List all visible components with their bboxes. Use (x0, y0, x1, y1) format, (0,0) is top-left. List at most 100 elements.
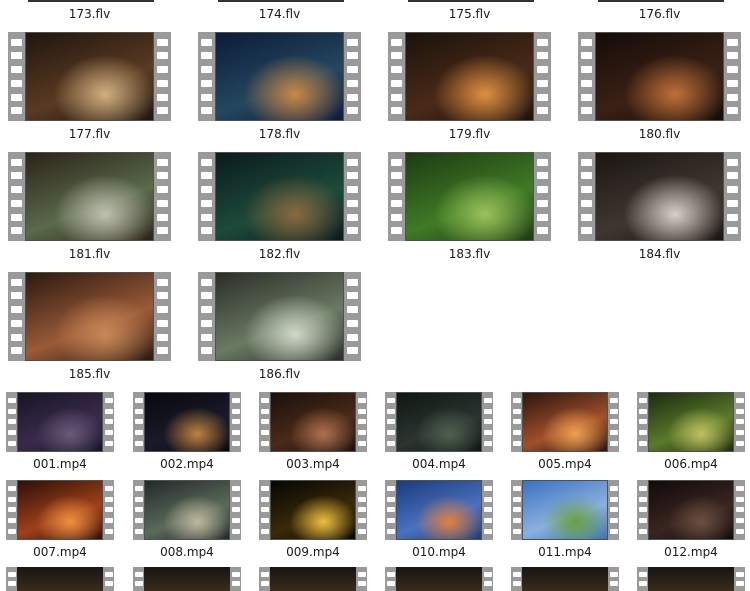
sprocket-hole (231, 529, 240, 535)
sprocket-hole (104, 518, 113, 524)
file-item[interactable]: 011.mp4 (511, 480, 619, 561)
file-item[interactable]: 010.mp4 (385, 480, 493, 561)
sprocket-hole (638, 571, 647, 577)
sprocket-hole (347, 172, 358, 180)
video-thumbnail (511, 480, 619, 540)
thumbnail-frame (522, 392, 608, 452)
file-item-partial[interactable] (511, 567, 619, 591)
film-strip-edge (133, 392, 144, 452)
file-item[interactable]: 008.mp4 (133, 480, 241, 561)
sprocket-hole (386, 430, 395, 436)
video-thumbnail (6, 567, 114, 591)
sprocket-hole (7, 441, 16, 447)
sprocket-hole (104, 507, 113, 513)
file-name-label[interactable]: 176.flv (578, 7, 741, 21)
sprocket-hole (347, 213, 358, 221)
video-thumbnail (198, 32, 361, 121)
sprocket-hole (157, 38, 168, 46)
sprocket-hole (581, 107, 592, 115)
sprocket-hole (260, 419, 269, 425)
sprocket-hole (581, 52, 592, 60)
sprocket-hole (231, 581, 240, 587)
film-strip-edge (608, 567, 619, 591)
video-thumbnail (259, 392, 367, 452)
file-item[interactable]: 184.flv (578, 152, 741, 263)
film-strip-edge (133, 480, 144, 540)
sprocket-hole (357, 496, 366, 502)
sprocket-hole (638, 581, 647, 587)
file-name-label: 002.mp4 (160, 457, 214, 471)
file-item[interactable]: 002.mp4 (133, 392, 241, 473)
sprocket-hole (347, 292, 358, 300)
file-item[interactable]: 178.flv (198, 32, 361, 143)
sprocket-hole (386, 529, 395, 535)
thumbnail-frame (396, 392, 482, 452)
film-strip-edge (637, 392, 648, 452)
sprocket-hole (391, 172, 402, 180)
video-thumbnail (578, 32, 741, 121)
sprocket-hole (483, 507, 492, 513)
film-strip-edge (734, 567, 745, 591)
sprocket-hole (735, 496, 744, 502)
file-item-partial[interactable] (6, 567, 114, 591)
file-item[interactable]: 009.mp4 (259, 480, 367, 561)
file-item[interactable]: 001.mp4 (6, 392, 114, 473)
file-item[interactable]: 186.flv (198, 272, 361, 383)
sprocket-hole (483, 419, 492, 425)
file-item[interactable]: 007.mp4 (6, 480, 114, 561)
file-item-partial[interactable] (637, 567, 745, 591)
file-item[interactable]: 005.mp4 (511, 392, 619, 473)
file-item[interactable]: 012.mp4 (637, 480, 745, 561)
file-item[interactable]: 181.flv (8, 152, 171, 263)
film-strip-edge (259, 567, 270, 591)
cropped-thumbnail-edge (218, 0, 344, 2)
file-name-label[interactable]: 174.flv (198, 7, 361, 21)
file-item[interactable]: 183.flv (388, 152, 551, 263)
file-item[interactable]: 006.mp4 (637, 392, 745, 473)
sprocket-hole (157, 292, 168, 300)
file-name-label[interactable]: 173.flv (8, 7, 171, 21)
thumbnail-frame (144, 480, 230, 540)
video-thumbnail (259, 567, 367, 591)
sprocket-hole (391, 66, 402, 74)
film-strip-edge (344, 152, 361, 241)
file-item[interactable]: 004.mp4 (385, 392, 493, 473)
sprocket-hole (157, 186, 168, 194)
file-name-label: 005.mp4 (538, 457, 592, 471)
file-item[interactable]: 182.flv (198, 152, 361, 263)
file-name-label: 004.mp4 (412, 457, 466, 471)
sprocket-hole (7, 507, 16, 513)
sprocket-hole (134, 581, 143, 587)
thumbnail-scene (144, 567, 230, 591)
sprocket-hole (201, 172, 212, 180)
file-name-label: 183.flv (448, 247, 491, 261)
sprocket-hole (638, 529, 647, 535)
file-item[interactable]: 179.flv (388, 32, 551, 143)
sprocket-hole (638, 430, 647, 436)
sprocket-hole (231, 408, 240, 414)
thumbnail-frame (25, 32, 154, 121)
file-item[interactable]: 185.flv (8, 272, 171, 383)
sprocket-hole (735, 485, 744, 491)
sprocket-hole (727, 158, 738, 166)
file-item[interactable]: 177.flv (8, 32, 171, 143)
file-item-partial[interactable] (259, 567, 367, 591)
thumbnail-frame (648, 392, 734, 452)
sprocket-hole (483, 485, 492, 491)
sprocket-hole (231, 419, 240, 425)
film-strip-edge (198, 32, 215, 121)
thumbnail-frame (405, 32, 534, 121)
sprocket-hole (357, 529, 366, 535)
file-name-label[interactable]: 175.flv (388, 7, 551, 21)
sprocket-hole (386, 441, 395, 447)
file-item-partial[interactable] (133, 567, 241, 591)
film-strip-edge (230, 480, 241, 540)
sprocket-hole (391, 158, 402, 166)
sprocket-hole (104, 430, 113, 436)
sprocket-hole (347, 306, 358, 314)
file-item[interactable]: 003.mp4 (259, 392, 367, 473)
file-item[interactable]: 180.flv (578, 32, 741, 143)
file-item-partial[interactable] (385, 567, 493, 591)
sprocket-hole (609, 408, 618, 414)
video-thumbnail (8, 152, 171, 241)
